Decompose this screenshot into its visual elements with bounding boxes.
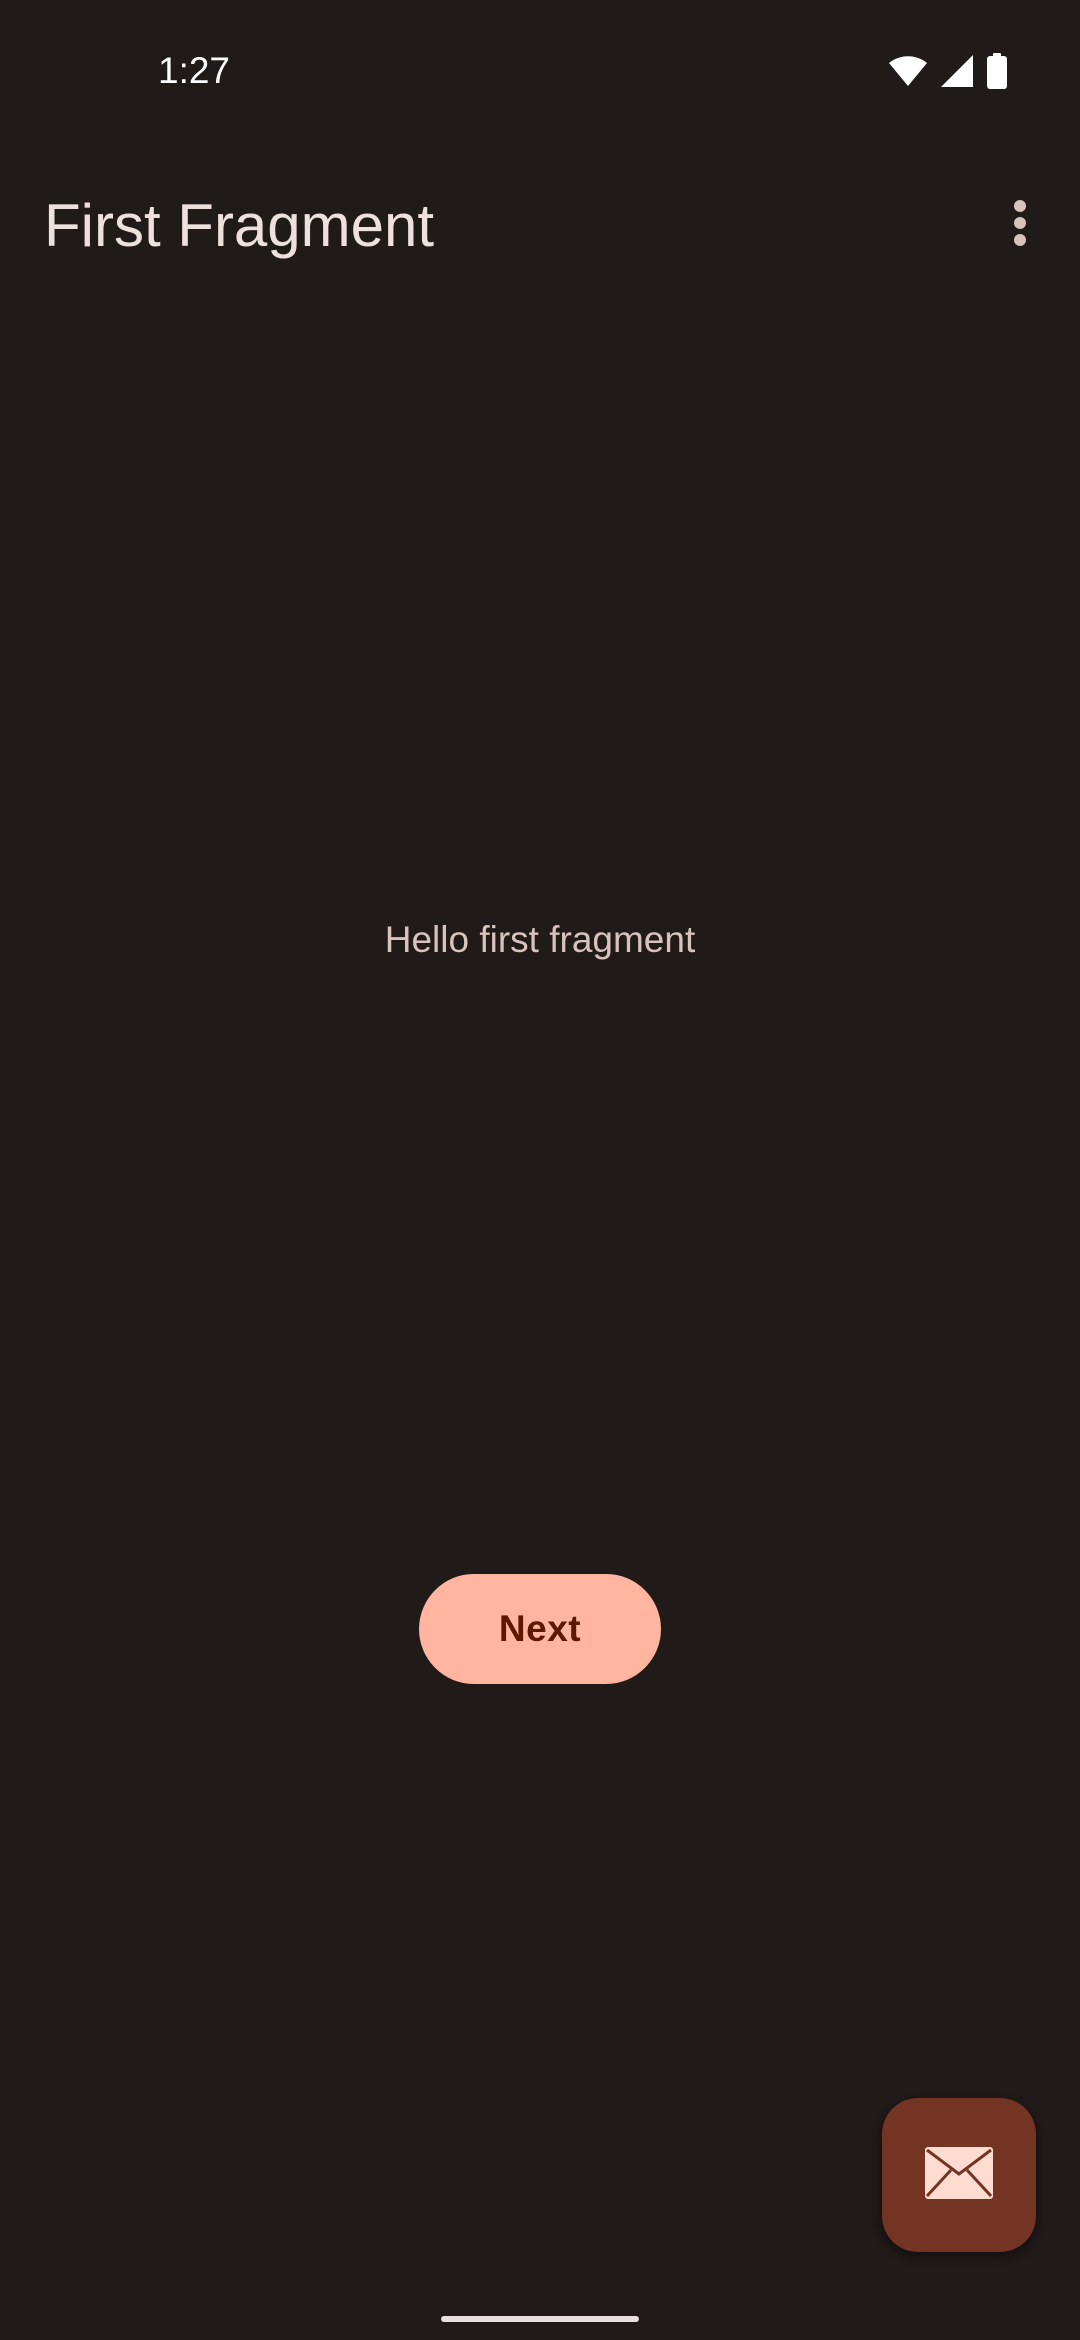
cell-signal-icon <box>940 54 974 88</box>
email-icon <box>924 2146 994 2205</box>
email-fab[interactable] <box>882 2098 1036 2252</box>
next-button[interactable]: Next <box>419 1574 661 1684</box>
overflow-menu-button[interactable] <box>984 180 1056 270</box>
top-app-bar: First Fragment <box>0 160 1080 290</box>
more-vert-icon <box>1013 199 1027 252</box>
page-title: First Fragment <box>44 192 435 259</box>
status-time: 1:27 <box>158 50 231 91</box>
status-icons <box>888 52 1008 90</box>
wifi-icon <box>888 55 928 87</box>
gesture-nav-handle[interactable] <box>441 2316 639 2322</box>
hello-message: Hello first fragment <box>384 919 696 960</box>
app-screen: 1:27 First Fragment Hello first fragment… <box>0 0 1080 2340</box>
battery-icon <box>986 53 1008 89</box>
status-bar: 1:27 <box>0 0 1080 140</box>
